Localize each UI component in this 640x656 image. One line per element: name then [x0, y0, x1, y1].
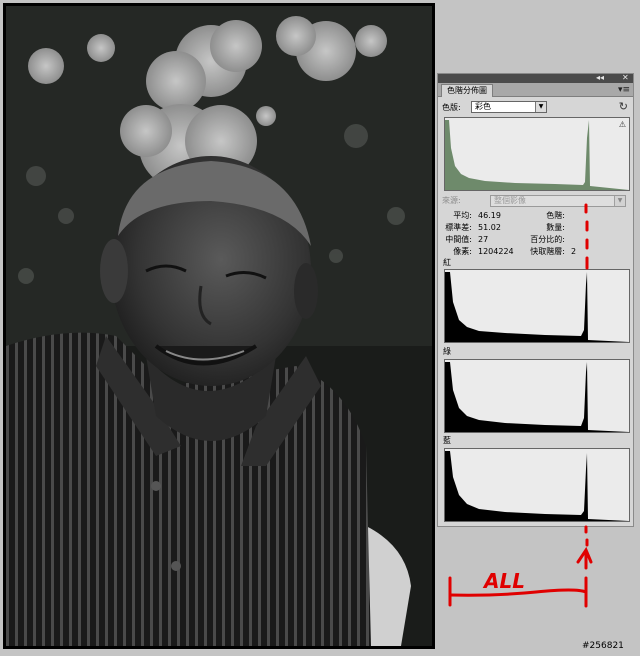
warning-icon[interactable]: ⚠	[619, 120, 626, 129]
panel-header-strip: ◂◂ ✕	[438, 73, 633, 83]
channel-row: 色版: 彩色 ▼	[442, 101, 547, 114]
composite-histogram-graph	[445, 120, 629, 190]
tab-histogram[interactable]: 色階分佈圖	[441, 84, 493, 97]
channel-value: 彩色	[475, 102, 491, 111]
annotation-text: ALL	[482, 569, 525, 593]
collapse-icon[interactable]: ◂◂	[596, 73, 604, 83]
channel-label: 色版:	[442, 103, 461, 112]
composite-histogram: ⚠	[444, 117, 630, 191]
panel-menu-icon[interactable]: ▾≡	[618, 84, 630, 96]
tab-title: 色階分佈圖	[447, 86, 487, 95]
portrait-photo	[6, 6, 432, 646]
watermark-text: #256821	[582, 641, 624, 651]
refresh-icon[interactable]: ↻	[619, 101, 628, 113]
close-icon[interactable]: ✕	[622, 73, 629, 83]
composite-histogram-fill	[445, 120, 629, 190]
red-annotation: ALL	[448, 203, 593, 608]
chevron-down-icon: ▼	[535, 102, 546, 112]
panel-tabbar: 色階分佈圖 ▾≡	[438, 83, 633, 97]
channel-select[interactable]: 彩色 ▼	[471, 101, 547, 113]
photo-canvas	[3, 3, 435, 649]
